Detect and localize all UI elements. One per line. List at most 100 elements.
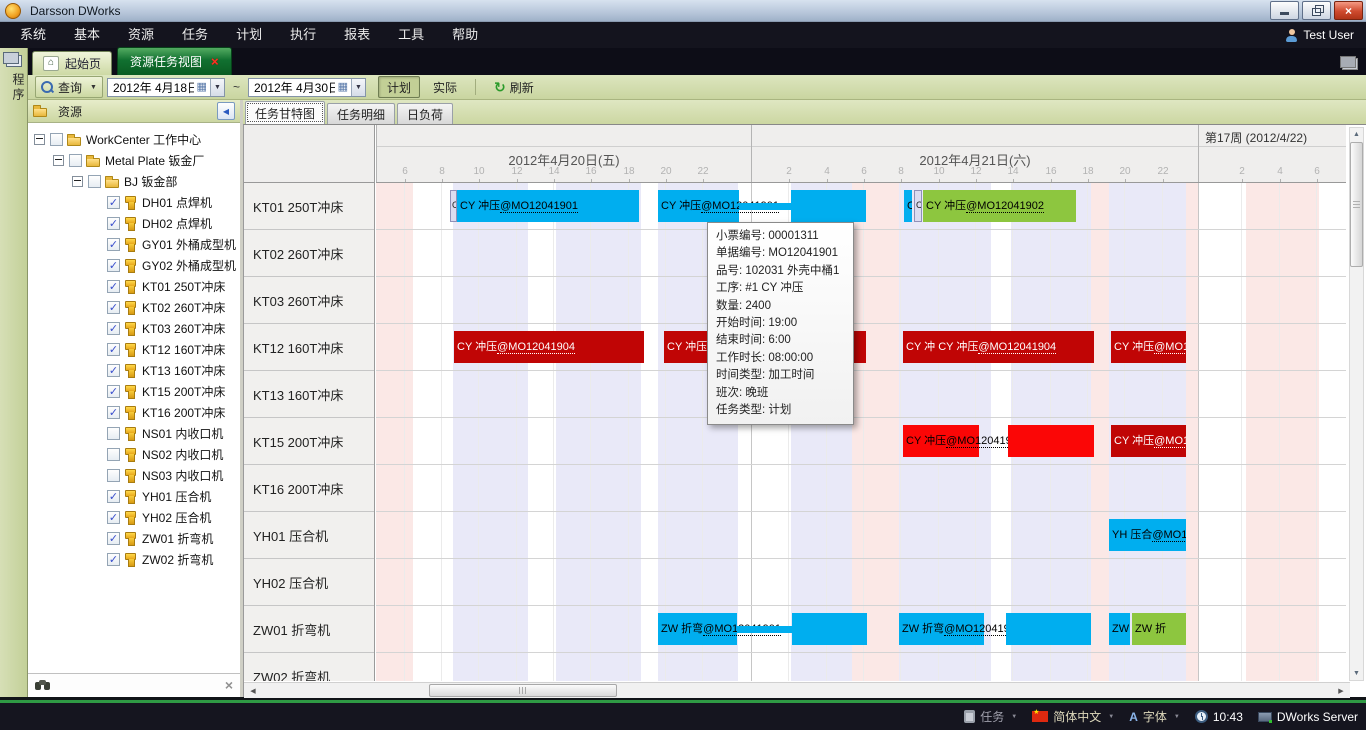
date-from-dropdown-icon[interactable]: ▼ [210, 79, 224, 96]
bar-mo-link[interactable]: @MO1 [1154, 435, 1186, 448]
gantt-bar[interactable]: CY 冲压@MO12041903 [903, 425, 979, 457]
gantt-bar[interactable]: CY 冲压@MO1 [1111, 331, 1186, 363]
tree-checkbox[interactable] [88, 175, 101, 188]
gantt-bar[interactable]: ZW [1109, 613, 1130, 645]
plan-toggle-button[interactable]: 计划 [378, 76, 420, 98]
horizontal-scroll-thumb[interactable] [429, 684, 617, 697]
tab-list-icon[interactable] [1342, 58, 1358, 70]
tree-item[interactable]: ✓GY01 外桶成型机 [28, 234, 240, 255]
tree-checkbox[interactable]: ✓ [107, 511, 120, 524]
tree-item[interactable]: ✓KT13 160T冲床 [28, 360, 240, 381]
tree-item[interactable]: Metal Plate 钣金厂 [28, 150, 240, 171]
user-menu[interactable]: Test User [1286, 28, 1354, 42]
tree-checkbox[interactable]: ✓ [107, 322, 120, 335]
tree-item[interactable]: NS02 内收口机 [28, 444, 240, 465]
gantt-bar[interactable] [1008, 425, 1094, 457]
bar-mo-link[interactable]: @MO12041904 [497, 341, 575, 354]
bar-mo-link[interactable]: @MO12041904 [978, 341, 1056, 354]
gantt-bar-badge[interactable]: C [914, 190, 922, 222]
tree-checkbox[interactable]: ✓ [107, 364, 120, 377]
gantt-bar[interactable]: CY 冲压@MO1 [1111, 425, 1186, 457]
tree-item[interactable]: ✓YH02 压合机 [28, 507, 240, 528]
gantt-bar[interactable]: CY 冲压@MO12041901 [658, 190, 739, 222]
tab-home[interactable]: ⌂ 起始页 [32, 51, 112, 75]
gantt-bar[interactable]: C [904, 190, 912, 222]
status-font-menu[interactable]: A 字体 ▼ [1129, 708, 1180, 725]
tab-close-icon[interactable]: × [211, 55, 219, 68]
program-side-strip[interactable]: 程序 [0, 48, 28, 697]
tree-checkbox[interactable]: ✓ [107, 343, 120, 356]
close-button[interactable]: × [1334, 1, 1363, 20]
actual-toggle-button[interactable]: 实际 [424, 76, 466, 98]
gantt-bar[interactable] [791, 190, 866, 222]
tree-checkbox[interactable]: ✓ [107, 301, 120, 314]
date-to-dropdown-icon[interactable]: ▼ [351, 79, 365, 96]
menu-item[interactable]: 报表 [330, 22, 384, 48]
gantt-bar[interactable] [1006, 613, 1091, 645]
view-tab[interactable]: 任务甘特图 [245, 101, 325, 124]
gantt-bar-connector[interactable] [739, 203, 791, 210]
bar-mo-link[interactable]: @MO12041902 [966, 200, 1044, 213]
menu-item[interactable]: 工具 [384, 22, 438, 48]
bar-mo-link[interactable]: @MO12041901 [500, 200, 578, 213]
tree-checkbox[interactable]: ✓ [107, 385, 120, 398]
tree-checkbox[interactable]: ✓ [107, 490, 120, 503]
menu-item[interactable]: 系统 [6, 22, 60, 48]
tree-item[interactable]: BJ 钣金部 [28, 171, 240, 192]
tree-item[interactable]: NS01 内收口机 [28, 423, 240, 444]
tree-checkbox[interactable]: ✓ [107, 238, 120, 251]
tree-item[interactable]: ✓KT15 200T冲床 [28, 381, 240, 402]
tree-expand-toggle[interactable] [34, 134, 45, 145]
tree-checkbox[interactable]: ✓ [107, 406, 120, 419]
tree-checkbox[interactable] [107, 469, 120, 482]
gantt-bar[interactable] [792, 613, 867, 645]
tree-item[interactable]: ✓KT16 200T冲床 [28, 402, 240, 423]
tree-item[interactable]: ✓KT02 260T冲床 [28, 297, 240, 318]
tree-item[interactable]: WorkCenter 工作中心 [28, 129, 240, 150]
date-from-picker[interactable]: 2012年 4月18日 ▦ ▼ [107, 78, 225, 97]
bar-mo-link[interactable]: @MO1 [1154, 341, 1186, 354]
view-tab[interactable]: 日负荷 [397, 103, 453, 124]
scroll-left-icon[interactable]: ◀ [246, 684, 260, 698]
refresh-button[interactable]: ↻ 刷新 [485, 76, 543, 98]
tree-item[interactable]: ✓DH02 点焊机 [28, 213, 240, 234]
tree-item[interactable]: ✓DH01 点焊机 [28, 192, 240, 213]
horizontal-scrollbar[interactable]: ◀ ▶ [244, 682, 1350, 698]
restore-button[interactable] [1302, 1, 1331, 20]
tree-checkbox[interactable]: ✓ [107, 280, 120, 293]
gantt-bar[interactable]: CY 冲 CY 冲压@MO12041904 [903, 331, 1094, 363]
tree-checkbox[interactable] [69, 154, 82, 167]
tree-item[interactable]: ✓YH01 压合机 [28, 486, 240, 507]
menu-item[interactable]: 资源 [114, 22, 168, 48]
gantt-bar[interactable]: YH 压合@MO1 [1109, 519, 1186, 551]
vertical-scroll-thumb[interactable] [1350, 142, 1363, 267]
tab-resource-task-view[interactable]: 资源任务视图 × [117, 47, 232, 75]
minimize-button[interactable] [1270, 1, 1299, 20]
tree-item[interactable]: ✓ZW02 折弯机 [28, 549, 240, 570]
tree-checkbox[interactable]: ✓ [107, 553, 120, 566]
date-to-picker[interactable]: 2012年 4月30日 ▦ ▼ [248, 78, 366, 97]
gantt-bar[interactable]: CY 冲压@MO12041901 [457, 190, 639, 222]
tree-checkbox[interactable] [107, 448, 120, 461]
gantt-bar[interactable]: CY 冲压@MO12041902 [923, 190, 1076, 222]
tree-item[interactable]: ✓KT03 260T冲床 [28, 318, 240, 339]
status-language-menu[interactable]: ★ 简体中文 ▼ [1032, 708, 1114, 725]
tree-checkbox[interactable]: ✓ [107, 259, 120, 272]
collapse-panel-button[interactable]: ◀ [217, 102, 235, 120]
tree-expand-toggle[interactable] [53, 155, 64, 166]
tree-item[interactable]: ✓KT01 250T冲床 [28, 276, 240, 297]
status-task-menu[interactable]: 任务 ▼ [964, 708, 1017, 725]
gantt-bar[interactable]: ZW 折弯@MO12041901 [658, 613, 737, 645]
menu-item[interactable]: 基本 [60, 22, 114, 48]
gantt-bar[interactable]: ZW 折弯@MO12041901 [899, 613, 984, 645]
menu-item[interactable]: 任务 [168, 22, 222, 48]
tree-checkbox[interactable] [50, 133, 63, 146]
gantt-bar[interactable]: ZW 折 [1132, 613, 1186, 645]
tree-expand-toggle[interactable] [72, 176, 83, 187]
scroll-down-icon[interactable]: ▼ [1350, 667, 1363, 680]
tree-checkbox[interactable] [107, 427, 120, 440]
tree-checkbox[interactable]: ✓ [107, 196, 120, 209]
tree-item[interactable]: ✓KT12 160T冲床 [28, 339, 240, 360]
tree-item[interactable]: NS03 内收口机 [28, 465, 240, 486]
clear-filter-icon[interactable]: × [225, 678, 233, 692]
